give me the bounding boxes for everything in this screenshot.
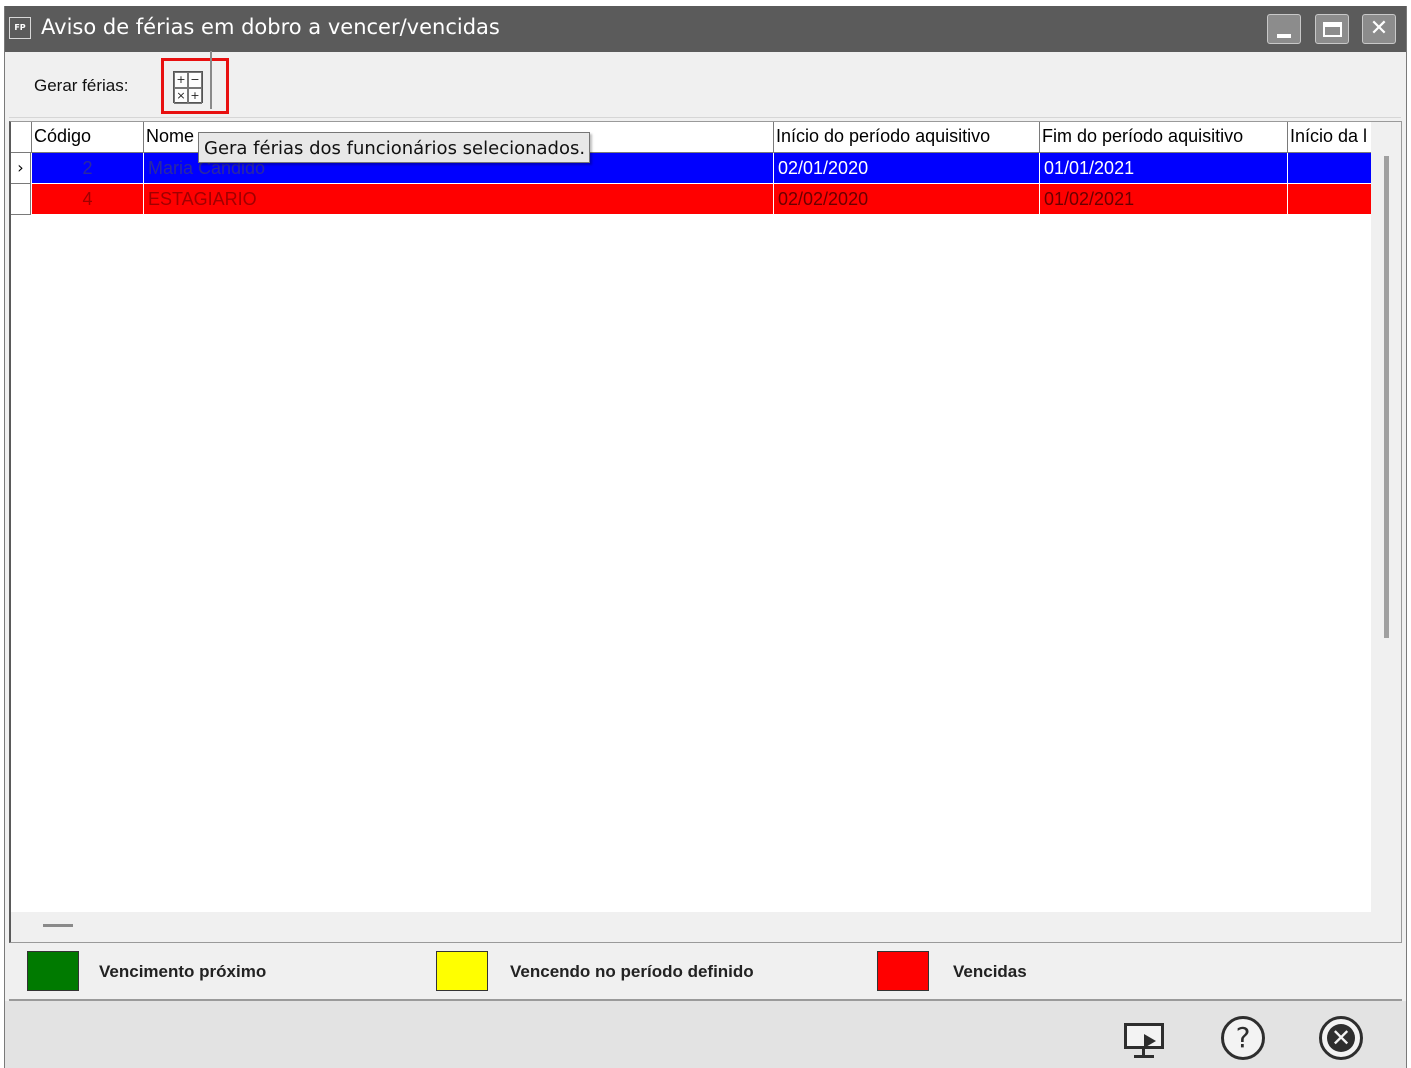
minimize-button[interactable] [1267,14,1301,44]
calc-times-symbol: × [174,88,188,104]
cell-inicio-da [1287,153,1371,184]
cell-fim: 01/02/2021 [1039,184,1287,215]
calc-minus-symbol: − [188,72,202,88]
window-close-button[interactable]: ✕ [1362,14,1396,44]
main-window: FP Aviso de férias em dobro a vencer/ven… [4,6,1407,1068]
toolbar-separator [210,51,212,109]
presentation-icon[interactable] [1122,1021,1168,1058]
cell-inicio-da [1287,184,1371,215]
cell-inicio: 02/01/2020 [773,153,1039,184]
help-icon[interactable]: ? [1221,1016,1265,1060]
calc-plus2-symbol: + [188,88,202,104]
close-x-icon: ✕ [1369,16,1389,41]
legend: Vencimento próximo Vencendo no período d… [9,943,1402,1001]
cell-inicio: 02/02/2020 [773,184,1039,215]
cell-nome: ESTAGIARIO [143,184,773,215]
calc-plus-symbol: + [174,72,188,88]
calculator-icon: + − × + [173,71,203,104]
cell-fim: 01/01/2021 [1039,153,1287,184]
window-title: Aviso de férias em dobro a vencer/vencid… [41,15,500,39]
maximize-icon [1323,22,1342,37]
toolbar: Gerar férias: + − × + [9,51,1401,118]
presentation-screen [1124,1023,1164,1049]
presentation-base [1134,1055,1154,1058]
footer-bar: ? ✕ [5,1001,1406,1068]
table-row[interactable]: 4 ESTAGIARIO 02/02/2020 01/02/2021 [11,184,1371,215]
vertical-scroll-thumb[interactable] [1384,156,1389,638]
legend-swatch-vencimento-proximo [27,951,79,991]
column-header-inicio-periodo[interactable]: Início do período aquisitivo [773,122,1039,153]
minimize-icon [1277,34,1291,38]
gerar-ferias-label: Gerar férias: [34,76,129,95]
title-bar[interactable]: FP Aviso de férias em dobro a vencer/ven… [5,6,1406,52]
gerar-ferias-tooltip: Gera férias dos funcionários selecionado… [198,132,591,163]
current-row-indicator[interactable]: › [11,153,31,184]
fp-app-icon: FP [9,17,31,39]
cell-codigo: 4 [31,184,143,215]
horizontal-scrollbar[interactable] [11,912,1371,942]
legend-label-vencidas: Vencidas [953,962,1027,981]
vertical-scrollbar[interactable] [1371,122,1401,942]
column-header-codigo[interactable]: Código [31,122,143,153]
legend-swatch-vencidas [877,951,929,991]
legend-label-vencendo: Vencendo no período definido [510,962,754,981]
horizontal-scroll-thumb[interactable] [43,924,73,927]
legend-swatch-vencendo [436,951,488,991]
close-icon[interactable]: ✕ [1319,1016,1363,1060]
cell-codigo: 2 [31,153,143,184]
row-indicator[interactable] [11,184,31,215]
column-header-fim-periodo[interactable]: Fim do período aquisitivo [1039,122,1287,153]
legend-label-vencimento-proximo: Vencimento próximo [99,962,267,981]
close-icon-glyph: ✕ [1327,1024,1355,1052]
maximize-button[interactable] [1315,14,1349,44]
gerar-ferias-button[interactable]: + − × + [161,51,229,114]
column-header-inicio-da[interactable]: Início da l [1287,122,1371,153]
play-triangle [1144,1034,1156,1048]
row-indicator-column: › [11,153,31,215]
employees-grid[interactable]: Código Nome Início do período aquisitivo… [9,121,1402,943]
